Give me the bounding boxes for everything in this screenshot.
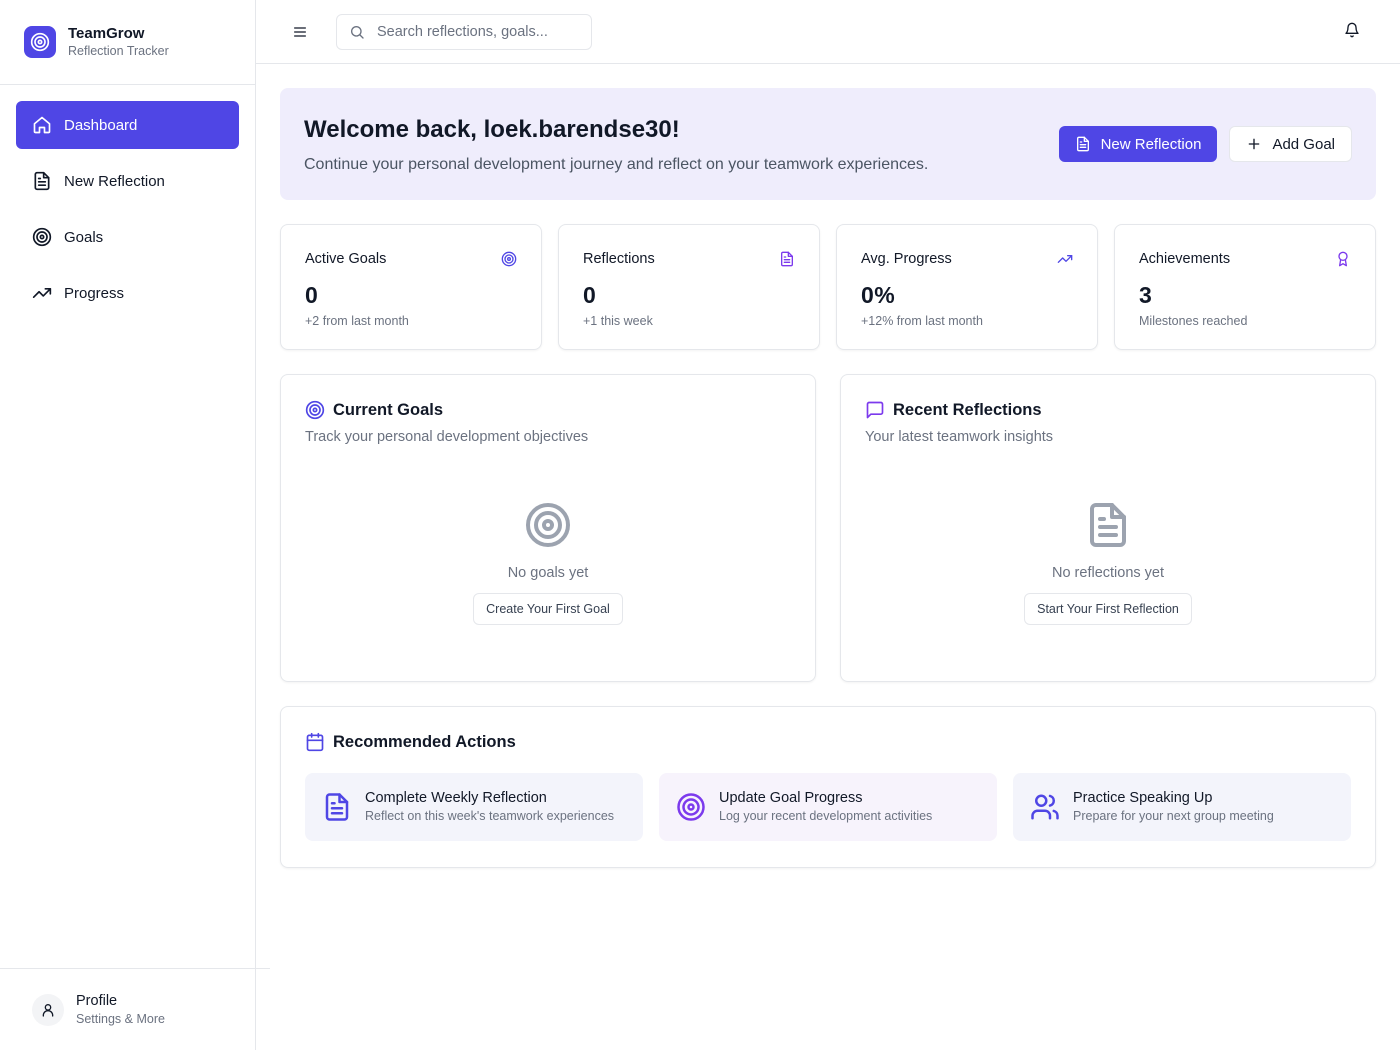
message-square-icon — [865, 400, 885, 420]
action-title: Update Goal Progress — [719, 790, 863, 806]
action-card-weekly-reflection[interactable]: Complete Weekly Reflection Reflect on th… — [305, 773, 643, 841]
action-subtitle: Reflect on this week's teamwork experien… — [365, 809, 615, 823]
document-icon — [321, 791, 353, 823]
stat-value: 0% — [861, 282, 896, 308]
empty-text: No reflections yet — [1051, 565, 1165, 581]
plus-icon — [1246, 136, 1262, 152]
current-goals-panel: Current Goals Track your personal develo… — [280, 374, 816, 682]
sidebar-item-label: Dashboard — [64, 116, 138, 134]
sidebar-item-label: Progress — [64, 284, 125, 302]
action-subtitle: Prepare for your next group meeting — [1073, 809, 1274, 823]
target-icon — [524, 501, 572, 549]
target-icon — [24, 26, 56, 58]
stat-title: Achievements — [1139, 251, 1231, 267]
brand-subtitle: Reflection Tracker — [68, 43, 169, 58]
panel-subtitle: Track your personal development objectiv… — [305, 429, 589, 445]
stats-row: Active Goals 0 +2 from last month Reflec… — [280, 224, 1376, 350]
sidebar-item-progress[interactable]: Progress — [16, 269, 239, 317]
stat-card-active-goals: Active Goals 0 +2 from last month — [280, 224, 542, 350]
action-card-speaking-up[interactable]: Practice Speaking Up Prepare for your ne… — [1013, 773, 1351, 841]
stat-value: 0 — [583, 282, 597, 308]
add-goal-label: Add Goal — [1272, 135, 1335, 153]
sidebar-nav: Dashboard New Reflection Goals Progress — [0, 85, 255, 341]
stat-sub: +1 this week — [583, 314, 653, 328]
document-icon — [1084, 501, 1132, 549]
sidebar-item-goals[interactable]: Goals — [16, 213, 239, 261]
user-icon — [32, 993, 64, 1026]
stat-sub: +12% from last month — [861, 314, 983, 328]
empty-state: No reflections yet Start Your First Refl… — [841, 501, 1375, 625]
stat-card-reflections: Reflections 0 +1 this week — [558, 224, 820, 350]
welcome-banner: Welcome back, loek.barendse30! Continue … — [280, 88, 1376, 200]
recent-reflections-panel: Recent Reflections Your latest teamwork … — [840, 374, 1376, 682]
sidebar-item-new-reflection[interactable]: New Reflection — [16, 157, 239, 205]
profile-menu[interactable]: Profile Settings & More — [0, 968, 270, 1050]
trending-up-icon — [32, 283, 52, 303]
empty-text: No goals yet — [507, 565, 589, 581]
action-title: Practice Speaking Up — [1073, 790, 1213, 806]
brand[interactable]: TeamGrow Reflection Tracker — [0, 0, 255, 85]
stat-value: 3 — [1139, 282, 1153, 308]
stat-title: Reflections — [583, 251, 655, 267]
profile-title: Profile — [76, 992, 118, 1009]
document-icon — [1075, 136, 1091, 152]
stat-card-avg-progress: Avg. Progress 0% +12% from last month — [836, 224, 1098, 350]
search-input[interactable] — [377, 24, 577, 40]
stat-sub: +2 from last month — [305, 314, 409, 328]
new-reflection-label: New Reflection — [1100, 135, 1202, 153]
users-icon — [1029, 791, 1061, 823]
create-first-goal-button[interactable]: Create Your First Goal — [473, 593, 623, 625]
stat-title: Avg. Progress — [861, 251, 952, 267]
document-icon — [32, 171, 52, 191]
panel-title: Recommended Actions — [333, 733, 516, 751]
action-card-goal-progress[interactable]: Update Goal Progress Log your recent dev… — [659, 773, 997, 841]
recommended-actions-panel: Recommended Actions Complete Weekly Refl… — [280, 706, 1376, 868]
stat-card-achievements: Achievements 3 Milestones reached — [1114, 224, 1376, 350]
bell-icon[interactable] — [1344, 22, 1364, 42]
trending-up-icon — [1057, 251, 1073, 267]
action-title: Complete Weekly Reflection — [365, 790, 547, 806]
home-icon — [32, 115, 52, 135]
panel-title: Current Goals — [333, 401, 444, 419]
target-icon — [501, 251, 517, 267]
action-subtitle: Log your recent development activities — [719, 809, 933, 823]
top-header — [256, 0, 1400, 64]
panel-title: Recent Reflections — [893, 401, 1042, 419]
calendar-icon — [305, 732, 325, 752]
stat-title: Active Goals — [305, 251, 387, 267]
sidebar: TeamGrow Reflection Tracker Dashboard Ne… — [0, 0, 270, 1050]
new-reflection-button[interactable]: New Reflection — [1058, 126, 1218, 162]
profile-subtitle: Settings & More — [76, 1011, 165, 1026]
sidebar-item-label: Goals — [64, 228, 104, 246]
sidebar-item-label: New Reflection — [64, 172, 165, 190]
stat-value: 0 — [305, 282, 319, 308]
target-icon — [305, 400, 325, 420]
document-icon — [779, 251, 795, 267]
panels-row: Current Goals Track your personal develo… — [280, 374, 1376, 682]
award-icon — [1335, 251, 1351, 267]
target-icon — [32, 227, 52, 247]
main-content: Welcome back, loek.barendse30! Continue … — [280, 88, 1376, 868]
menu-icon[interactable] — [288, 20, 312, 44]
empty-state: No goals yet Create Your First Goal — [281, 501, 815, 625]
panel-subtitle: Your latest teamwork insights — [865, 429, 1054, 445]
add-goal-button[interactable]: Add Goal — [1229, 126, 1352, 162]
search-icon — [349, 24, 365, 40]
search-box — [336, 14, 592, 50]
target-icon — [675, 791, 707, 823]
brand-title: TeamGrow — [68, 24, 145, 42]
sidebar-item-dashboard[interactable]: Dashboard — [16, 101, 239, 149]
start-first-reflection-button[interactable]: Start Your First Reflection — [1024, 593, 1192, 625]
stat-sub: Milestones reached — [1139, 314, 1248, 328]
